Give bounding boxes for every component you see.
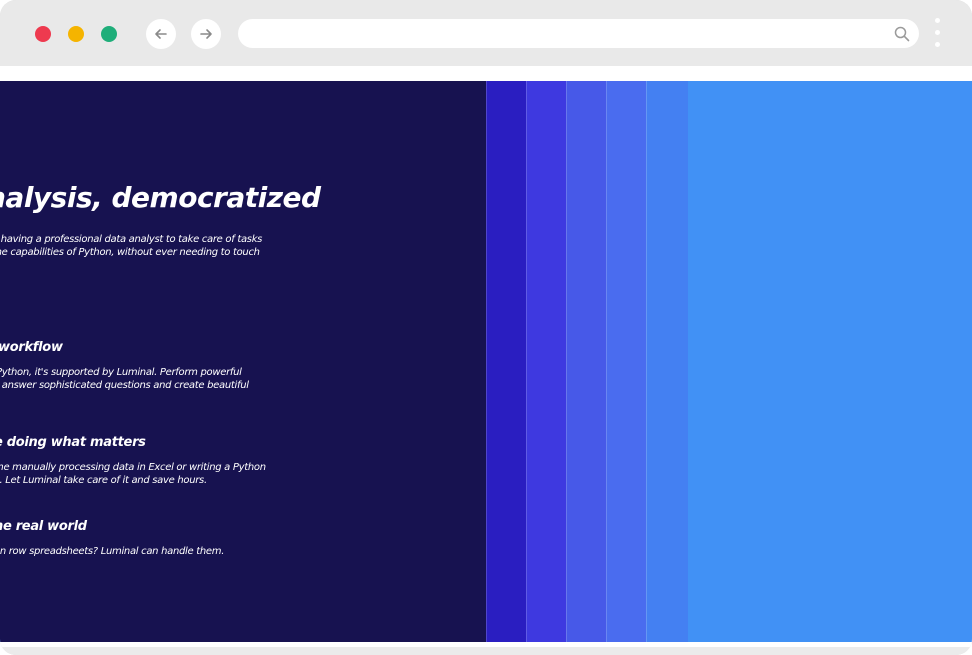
close-window-button[interactable]	[35, 26, 51, 42]
decorative-stripe	[526, 81, 566, 642]
hero-subtitle-line: e having a professional data analyst to …	[0, 234, 263, 245]
page-viewport: nalysis, democratized e having a profess…	[0, 81, 972, 642]
hero-title: nalysis, democratized	[0, 181, 321, 214]
feature-title-real-world: ne real world	[0, 519, 87, 534]
url-input[interactable]	[252, 24, 872, 43]
feature-desc-real-world: on row spreadsheets? Luminal can handle …	[0, 545, 224, 558]
feature-title-what-matters: e doing what matters	[0, 435, 146, 450]
search-icon[interactable]	[893, 25, 911, 43]
hero-subtitle-line: the capabilities of Python, without ever…	[0, 247, 260, 258]
bottom-divider	[0, 642, 972, 647]
feature-desc-line: k. Let Luminal take care of it and save …	[0, 475, 207, 486]
more-vertical-icon[interactable]	[930, 16, 946, 50]
browser-window: nalysis, democratized e having a profess…	[0, 0, 972, 655]
decorative-stripe	[646, 81, 688, 642]
browser-toolbar	[0, 0, 972, 66]
decorative-stripe	[606, 81, 646, 642]
hero-subtitle: e having a professional data analyst to …	[0, 233, 262, 259]
back-button[interactable]	[146, 19, 176, 49]
arrow-right-icon	[200, 29, 212, 39]
arrow-left-icon	[155, 29, 167, 39]
hero-panel: nalysis, democratized e having a profess…	[0, 81, 486, 642]
decorative-stripe	[566, 81, 606, 642]
browser-bottom-edge	[0, 642, 972, 655]
feature-desc-workflow: Python, it's supported by Luminal. Perfo…	[0, 366, 249, 392]
feature-desc-line: me manually processing data in Excel or …	[0, 462, 266, 473]
feature-desc-line: , answer sophisticated questions and cre…	[0, 380, 249, 391]
feature-title-workflow: workflow	[0, 340, 63, 355]
feature-desc-line: on row spreadsheets? Luminal can handle …	[0, 546, 225, 557]
address-bar[interactable]	[238, 19, 919, 48]
forward-button[interactable]	[191, 19, 221, 49]
decorative-stripe	[486, 81, 526, 642]
toolbar-divider	[0, 66, 972, 81]
maximize-window-button[interactable]	[101, 26, 117, 42]
feature-desc-what-matters: me manually processing data in Excel or …	[0, 461, 266, 487]
feature-desc-line: Python, it's supported by Luminal. Perfo…	[0, 367, 242, 378]
minimize-window-button[interactable]	[68, 26, 84, 42]
